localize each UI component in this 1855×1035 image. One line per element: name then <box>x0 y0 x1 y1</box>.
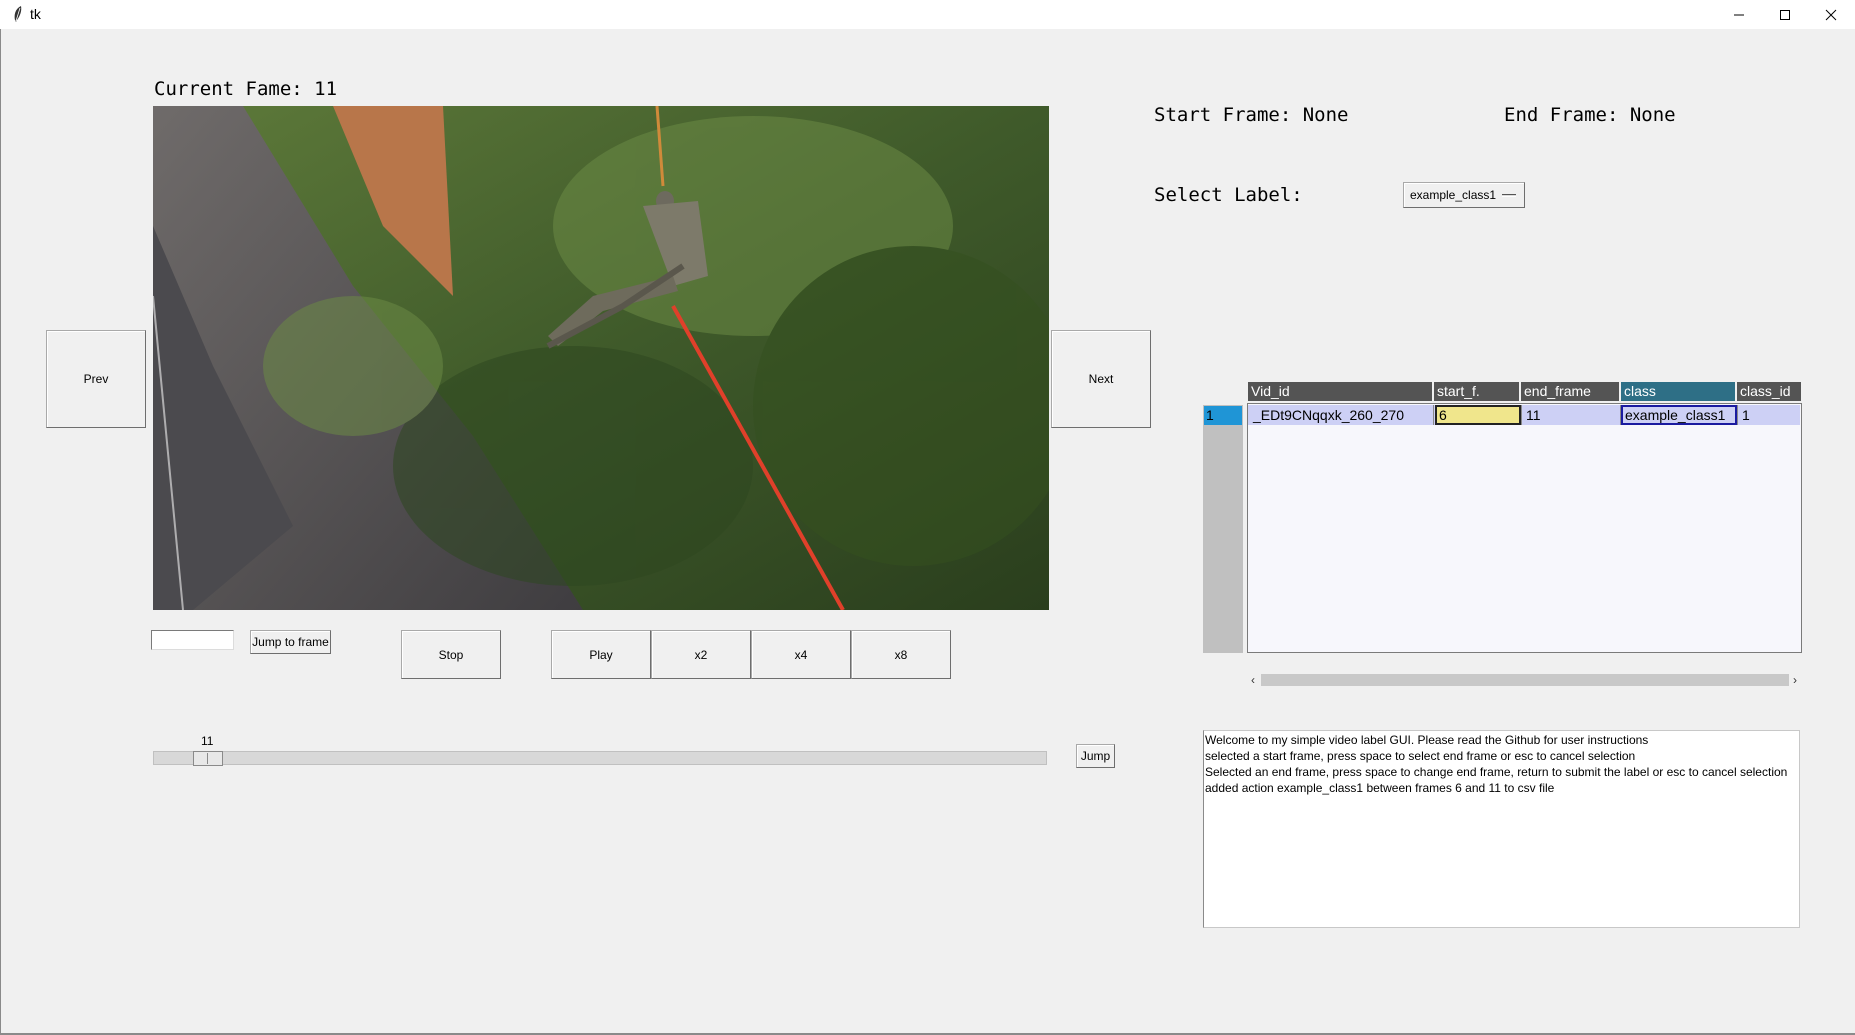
minimize-button[interactable] <box>1716 0 1762 29</box>
slider-thumb[interactable] <box>193 751 223 766</box>
prev-button[interactable]: Prev <box>46 330 146 428</box>
labels-table: Vid_id start_f. end_frame class class_id… <box>1203 382 1802 688</box>
cell-vid-id[interactable]: _EDt9CNqqxk_260_270 <box>1249 405 1432 425</box>
table-horizontal-scrollbar[interactable]: ‹ › <box>1247 672 1801 688</box>
jump-to-frame-button[interactable]: Jump to frame <box>250 630 331 654</box>
jump-button[interactable]: Jump <box>1076 744 1115 768</box>
current-frame-label: Current Fame: 11 <box>154 78 338 100</box>
maximize-button[interactable] <box>1762 0 1808 29</box>
slider-thumb-grip <box>207 753 208 764</box>
row-index-column <box>1203 405 1243 653</box>
log-line: Selected an end frame, press space to ch… <box>1205 765 1788 779</box>
log-textbox[interactable]: Welcome to my simple video label GUI. Pl… <box>1203 730 1800 928</box>
column-header-end-frame[interactable]: end_frame <box>1521 382 1619 401</box>
scroll-right-arrow-icon[interactable]: › <box>1789 672 1801 688</box>
frame-number-input[interactable] <box>151 630 234 650</box>
close-icon <box>1825 9 1837 20</box>
minimize-icon <box>1734 14 1744 15</box>
log-line: added action example_class1 between fram… <box>1205 781 1555 795</box>
column-divider <box>1433 405 1434 425</box>
video-frame <box>153 106 1049 610</box>
cell-class-id[interactable]: 1 <box>1738 405 1800 425</box>
table-grid[interactable] <box>1247 403 1802 653</box>
stop-button[interactable]: Stop <box>401 630 501 679</box>
log-line: selected a start frame, press space to s… <box>1205 749 1636 763</box>
column-header-start-frame[interactable]: start_f. <box>1434 382 1519 401</box>
speed-x2-button[interactable]: x2 <box>651 630 751 679</box>
window-title: tk <box>30 6 41 22</box>
label-dropdown[interactable]: example_class1 <box>1403 182 1525 208</box>
column-header-class-id[interactable]: class_id <box>1737 382 1801 401</box>
dropdown-indicator-icon <box>1502 194 1516 197</box>
close-button[interactable] <box>1808 0 1854 29</box>
end-frame-label: End Frame: None <box>1504 104 1676 126</box>
maximize-icon <box>1780 9 1790 20</box>
select-label-text: Select Label: <box>1154 184 1303 206</box>
log-line: Welcome to my simple video label GUI. Pl… <box>1205 733 1649 747</box>
row-index[interactable]: 1 <box>1204 406 1242 425</box>
feather-icon <box>11 5 25 23</box>
title-bar <box>0 0 1855 29</box>
frame-slider[interactable] <box>153 751 1047 765</box>
speed-x4-button[interactable]: x4 <box>751 630 851 679</box>
speed-x8-button[interactable]: x8 <box>851 630 951 679</box>
cell-end-frame[interactable]: 11 <box>1522 405 1620 425</box>
slider-value: 11 <box>201 734 214 748</box>
column-header-class[interactable]: class <box>1621 382 1735 401</box>
next-button[interactable]: Next <box>1051 330 1151 428</box>
cell-start-frame[interactable]: 6 <box>1435 405 1521 425</box>
cell-class[interactable]: example_class1 <box>1621 405 1737 425</box>
start-frame-label: Start Frame: None <box>1154 104 1349 126</box>
scroll-left-arrow-icon[interactable]: ‹ <box>1247 672 1259 688</box>
label-dropdown-value: example_class1 <box>1410 188 1497 202</box>
scroll-thumb[interactable] <box>1261 674 1789 686</box>
play-button[interactable]: Play <box>551 630 651 679</box>
window-border <box>0 29 1 1035</box>
column-header-vid-id[interactable]: Vid_id <box>1248 382 1432 401</box>
